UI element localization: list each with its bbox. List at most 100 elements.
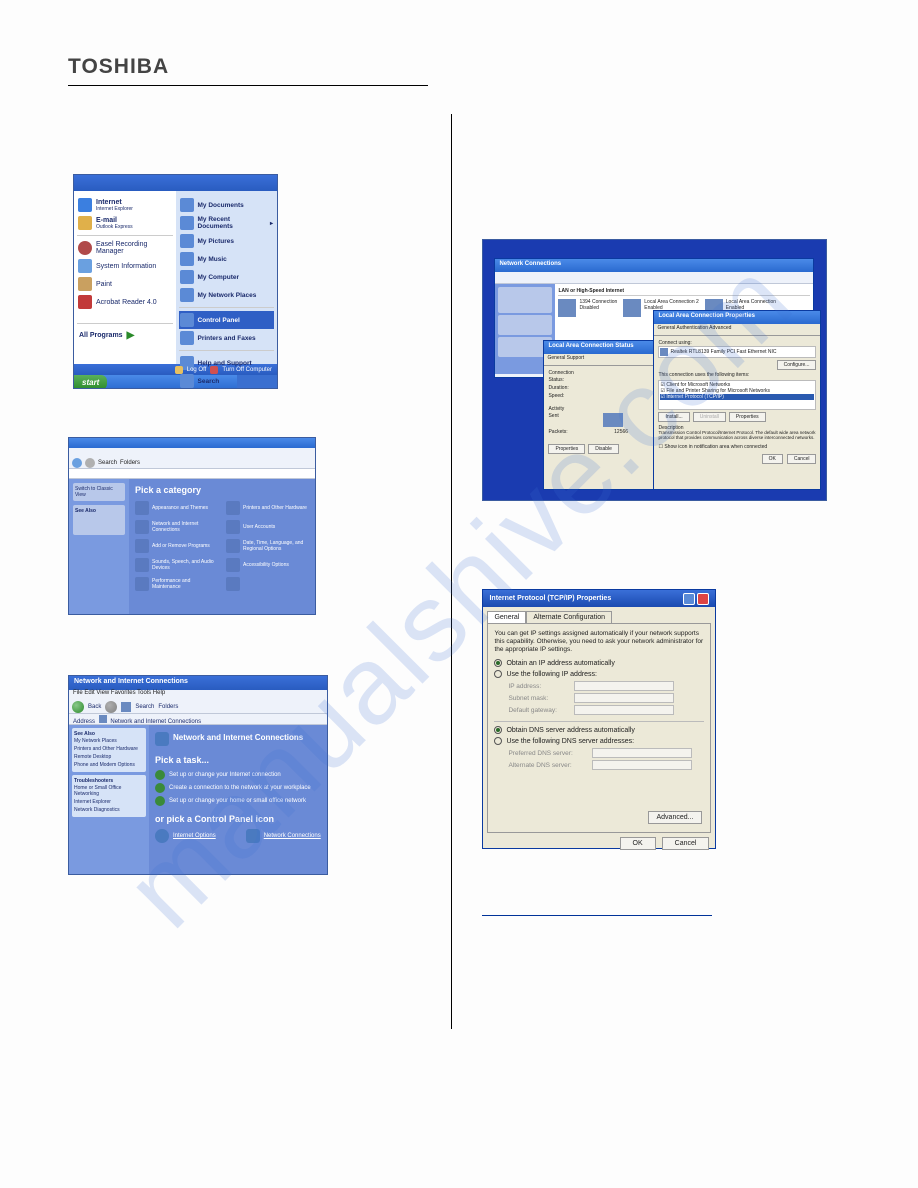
ok-button[interactable]: OK bbox=[762, 454, 783, 464]
search-button[interactable]: Search bbox=[135, 704, 154, 710]
category-label: Accessibility Options bbox=[243, 562, 289, 568]
start-right-item[interactable]: My Music bbox=[179, 250, 275, 268]
component-item-selected[interactable]: Internet Protocol (TCP/IP) bbox=[666, 394, 724, 400]
folder-icon bbox=[99, 715, 107, 723]
forward-button[interactable] bbox=[85, 458, 95, 468]
category-label: Network and Internet Connections bbox=[152, 521, 218, 533]
start-right-item[interactable]: Control Panel bbox=[179, 311, 275, 329]
connection-item[interactable]: 1394 Connection Disabled bbox=[558, 299, 617, 317]
start-right-label: My Documents bbox=[198, 202, 244, 209]
side-link[interactable]: Network Diagnostics bbox=[74, 806, 144, 814]
close-icon[interactable] bbox=[697, 593, 709, 605]
start-item[interactable]: Easel Recording Manager bbox=[77, 239, 173, 257]
start-item-internet[interactable]: Internet Internet Explorer bbox=[77, 196, 173, 214]
side-switch-view[interactable]: Switch to Classic View bbox=[73, 483, 125, 501]
radio-auto-ip[interactable]: Obtain an IP address automatically bbox=[494, 659, 704, 667]
start-item-email[interactable]: E-mail Outlook Express bbox=[77, 214, 173, 232]
packets-sent: 12566 bbox=[614, 429, 628, 435]
cp-icon-network-connections[interactable]: Network Connections bbox=[246, 829, 321, 843]
side-link[interactable]: Internet Explorer bbox=[74, 798, 144, 806]
start-right-item[interactable]: My Network Places bbox=[179, 286, 275, 304]
category-item[interactable]: Network and Internet Connections bbox=[135, 520, 218, 534]
all-programs[interactable]: All Programs ▶ bbox=[77, 327, 173, 344]
start-button[interactable]: start bbox=[74, 375, 107, 389]
props-tabs[interactable]: General Authentication Advanced bbox=[654, 324, 820, 336]
side-link[interactable]: Phone and Modem Options bbox=[74, 761, 144, 769]
category-item[interactable]: Printers and Other Hardware bbox=[226, 501, 309, 515]
back-button[interactable] bbox=[72, 701, 84, 713]
start-right-label: My Computer bbox=[198, 274, 240, 281]
start-right-item[interactable]: My Pictures bbox=[179, 232, 275, 250]
start-item[interactable]: System Information bbox=[77, 257, 173, 275]
advanced-button[interactable]: Advanced... bbox=[648, 811, 703, 824]
radio-manual-dns[interactable]: Use the following DNS server addresses: bbox=[494, 737, 704, 745]
help-icon[interactable] bbox=[683, 593, 695, 605]
disable-button[interactable]: Disable bbox=[588, 444, 619, 454]
logoff-label[interactable]: Log Off bbox=[187, 367, 207, 373]
category-item[interactable]: Appearance and Themes bbox=[135, 501, 218, 515]
start-right-item[interactable]: My Computer bbox=[179, 268, 275, 286]
start-right-label: Control Panel bbox=[198, 317, 240, 324]
search-label[interactable]: Search bbox=[98, 460, 117, 466]
folders-label[interactable]: Folders bbox=[120, 460, 140, 466]
radio-auto-dns[interactable]: Obtain DNS server address automatically bbox=[494, 726, 704, 734]
field-label: Default gateway: bbox=[508, 707, 568, 714]
category-item[interactable]: Performance and Maintenance bbox=[135, 577, 218, 591]
category-icon bbox=[226, 558, 240, 572]
cp-icon-internet-options[interactable]: Internet Options bbox=[155, 829, 216, 843]
start-item[interactable]: Paint bbox=[77, 275, 173, 293]
logoff-icon[interactable] bbox=[175, 366, 183, 374]
side-see-also: See Also bbox=[73, 505, 125, 535]
start-right-label: Help and Support bbox=[198, 360, 252, 367]
category-item[interactable]: User Accounts bbox=[226, 520, 309, 534]
start-item[interactable]: Acrobat Reader 4.0 bbox=[77, 293, 173, 311]
items-label: This connection uses the following items… bbox=[658, 372, 816, 378]
radio-manual-ip[interactable]: Use the following IP address: bbox=[494, 670, 704, 678]
show-icon-checkbox[interactable]: Show icon in notification area when conn… bbox=[664, 444, 767, 450]
tab-general[interactable]: General bbox=[487, 611, 526, 623]
side-link[interactable]: Home or Small Office Networking bbox=[74, 784, 144, 798]
install-button[interactable]: Install... bbox=[658, 412, 689, 422]
radio-label: Obtain an IP address automatically bbox=[506, 660, 614, 667]
category-icon bbox=[155, 732, 169, 746]
category-label: Performance and Maintenance bbox=[152, 578, 218, 590]
properties-button[interactable]: Properties bbox=[548, 444, 585, 454]
start-right-item[interactable]: Printers and Faxes bbox=[179, 329, 275, 347]
item-properties-button[interactable]: Properties bbox=[729, 412, 766, 422]
header-rule bbox=[68, 85, 428, 86]
forward-button[interactable] bbox=[105, 701, 117, 713]
back-button[interactable] bbox=[72, 458, 82, 468]
category-item[interactable]: Sounds, Speech, and Audio Devices bbox=[135, 558, 218, 572]
start-right-item[interactable]: My Recent Documents▸ bbox=[179, 214, 275, 232]
cancel-button[interactable]: Cancel bbox=[662, 837, 710, 850]
connection-icon bbox=[623, 299, 641, 317]
tab-alternate[interactable]: Alternate Configuration bbox=[526, 611, 612, 623]
cancel-button[interactable]: Cancel bbox=[787, 454, 817, 464]
task-label: Set up or change your Internet connectio… bbox=[169, 772, 281, 778]
start-item-label: System Information bbox=[96, 263, 156, 270]
category-item[interactable] bbox=[226, 577, 309, 591]
category-item[interactable]: Accessibility Options bbox=[226, 558, 309, 572]
category-item[interactable]: Date, Time, Language, and Regional Optio… bbox=[226, 539, 309, 553]
configure-button[interactable]: Configure... bbox=[777, 360, 817, 370]
side-link[interactable]: Printers and Other Hardware bbox=[74, 745, 144, 753]
side-link[interactable]: My Network Places bbox=[74, 737, 144, 745]
shutdown-icon[interactable] bbox=[210, 366, 218, 374]
folders-button[interactable]: Folders bbox=[158, 704, 178, 710]
dialog-title: Internet Protocol (TCP/IP) Properties bbox=[489, 595, 611, 602]
ok-button[interactable]: OK bbox=[620, 837, 656, 850]
nic-icon bbox=[660, 348, 668, 356]
category-icon bbox=[226, 577, 240, 591]
side-link[interactable]: Remote Desktop bbox=[74, 753, 144, 761]
triangle-right-icon: ▶ bbox=[127, 330, 135, 341]
task-link[interactable]: Create a connection to the network at yo… bbox=[155, 783, 321, 793]
start-right-item[interactable]: My Documents bbox=[179, 196, 275, 214]
menubar[interactable]: File Edit View Favorites Tools Help bbox=[69, 690, 327, 700]
task-link[interactable]: Set up or change your home or small offi… bbox=[155, 796, 321, 806]
category-item[interactable]: Add or Remove Programs bbox=[135, 539, 218, 553]
task-link[interactable]: Set up or change your Internet connectio… bbox=[155, 770, 321, 780]
start-item-label: Paint bbox=[96, 281, 112, 288]
turnoff-label[interactable]: Turn Off Computer bbox=[222, 367, 272, 373]
cp-icon-label: Internet Options bbox=[173, 833, 216, 839]
up-button[interactable] bbox=[121, 702, 131, 712]
